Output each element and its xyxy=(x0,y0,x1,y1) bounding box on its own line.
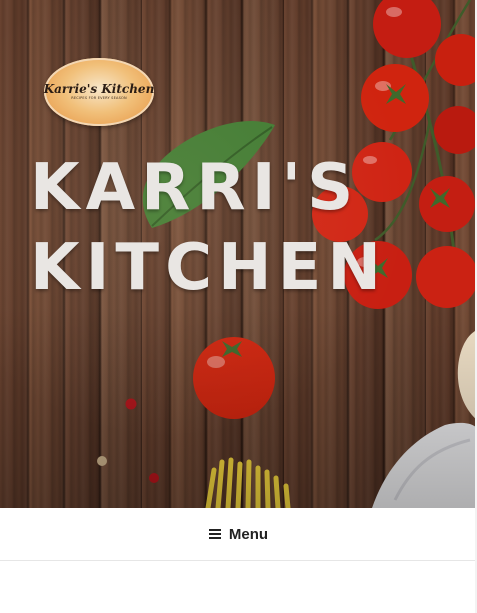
site-title[interactable]: KARRI'S KITCHEN xyxy=(30,148,450,308)
site-logo[interactable]: Karrie's Kitchen RECIPES FOR EVERY SEASO… xyxy=(44,58,154,126)
main-navigation: Menu xyxy=(0,508,477,561)
site-title-line-2: KITCHEN xyxy=(30,231,387,305)
hamburger-icon xyxy=(208,529,221,539)
logo-tagline: RECIPES FOR EVERY SEASON xyxy=(71,96,127,101)
content-area xyxy=(0,561,477,613)
logo-name: Karrie's Kitchen xyxy=(43,82,155,97)
menu-toggle-button[interactable]: Menu xyxy=(208,525,269,543)
site-title-line-1: KARRI'S xyxy=(30,151,360,225)
page: Karrie's Kitchen RECIPES FOR EVERY SEASO… xyxy=(0,0,477,613)
menu-label: Menu xyxy=(228,525,269,543)
header-hero: Karrie's Kitchen RECIPES FOR EVERY SEASO… xyxy=(0,0,477,508)
